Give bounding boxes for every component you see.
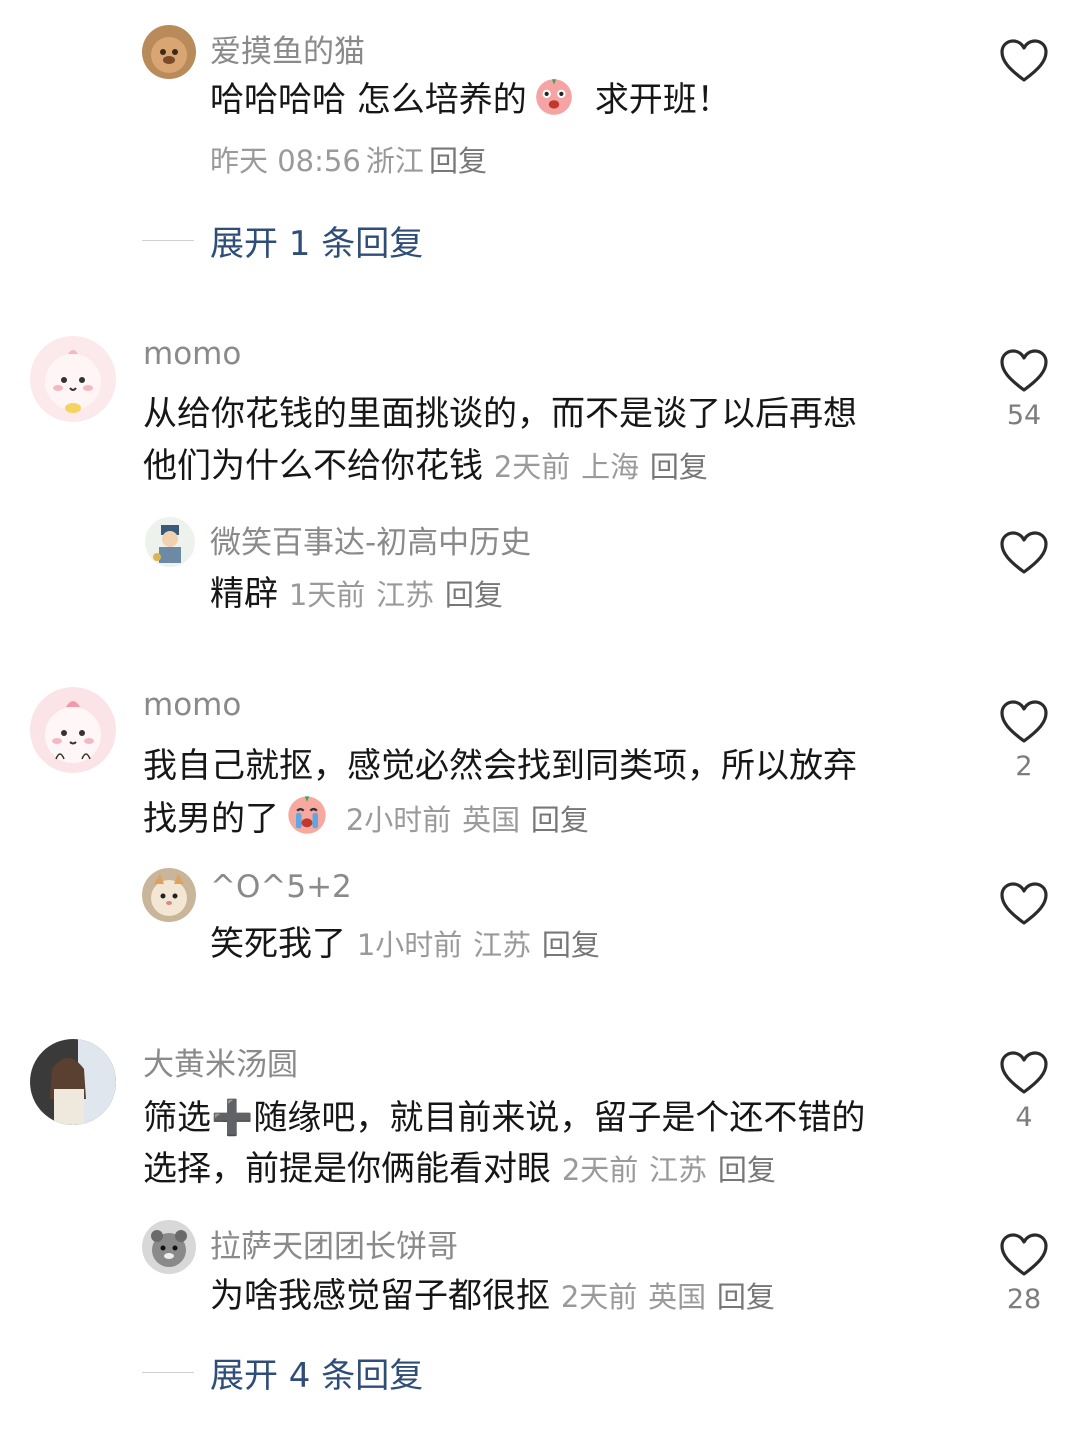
- avatar[interactable]: [142, 25, 196, 79]
- expand-replies-button[interactable]: 展开 4 条回复: [142, 1348, 423, 1397]
- comment-text: 从给你花钱的里面挑谈的，而不是谈了以后再想: [143, 394, 857, 434]
- username[interactable]: 微笑百事达-初高中历史: [210, 517, 531, 562]
- reply-location: 江苏: [376, 578, 435, 612]
- comment-location: 英国: [462, 803, 521, 837]
- pig-face-emoji: [535, 79, 572, 115]
- comment-time: 2小时前: [345, 803, 452, 837]
- username[interactable]: 拉萨天团团长饼哥: [210, 1221, 458, 1266]
- comment-text-line2: 找男的了 2小时前 英国 回复: [143, 792, 589, 846]
- like-button[interactable]: [989, 530, 1059, 582]
- comment-location: 江苏: [649, 1153, 708, 1187]
- username[interactable]: 大黄米汤圆: [143, 1039, 298, 1084]
- divider: [142, 240, 194, 241]
- comment-time: 2天前: [493, 450, 571, 484]
- expand-replies-button[interactable]: 展开 1 条回复: [142, 216, 423, 265]
- heart-icon: [1000, 39, 1048, 82]
- like-button[interactable]: 2: [989, 699, 1059, 782]
- plus-symbol: ➕: [211, 1098, 254, 1138]
- reply-text-line: 笑死我了 1小时前 江苏 回复: [210, 918, 600, 971]
- reply-text: 精辟: [210, 574, 278, 614]
- like-count: 54: [1006, 400, 1042, 431]
- comment-time: 2天前: [561, 1153, 639, 1187]
- comment-location: 上海: [581, 450, 640, 484]
- reply-time: 2天前: [560, 1280, 638, 1314]
- comment-text-line2: 他们为什么不给你花钱 2天前 上海 回复: [143, 440, 708, 493]
- comment-text-part: 筛选: [143, 1098, 211, 1138]
- reply-button[interactable]: 回复: [531, 803, 589, 837]
- comment-text-part: 求开班！: [594, 80, 731, 120]
- heart-icon: [1000, 1233, 1048, 1276]
- avatar[interactable]: [145, 517, 195, 567]
- reply-button[interactable]: 回复: [718, 1153, 776, 1187]
- reply-time: 1小时前: [356, 928, 463, 962]
- comment-meta: 昨天 08:56 浙江 回复: [210, 138, 487, 180]
- username[interactable]: momo: [143, 687, 241, 723]
- expand-replies-label: 展开 1 条回复: [210, 224, 424, 264]
- heart-icon: [1000, 882, 1048, 925]
- comment-text-part: 选择，前提是你俩能看对眼: [143, 1149, 551, 1189]
- comment-text-line2: 选择，前提是你俩能看对眼 2天前 江苏 回复: [143, 1143, 776, 1196]
- username[interactable]: momo: [143, 336, 241, 372]
- like-button[interactable]: 54: [989, 348, 1059, 431]
- comment-time: 昨天 08:56: [210, 144, 361, 178]
- comment-text-part: 他们为什么不给你花钱: [143, 446, 483, 486]
- heart-icon: [1000, 531, 1048, 574]
- heart-icon: [1000, 349, 1048, 392]
- comment-text: 筛选➕随缘吧，就目前来说，留子是个还不错的: [143, 1092, 865, 1144]
- heart-icon: [1000, 700, 1048, 743]
- reply-text: 笑死我了: [210, 924, 346, 964]
- reply-location: 英国: [648, 1280, 707, 1314]
- like-button[interactable]: [989, 38, 1059, 90]
- avatar[interactable]: [142, 868, 196, 922]
- avatar[interactable]: [30, 1039, 116, 1125]
- username[interactable]: 爱摸鱼的猫: [210, 26, 365, 71]
- comment-text: 我自己就抠，感觉必然会找到同类项，所以放弃: [143, 746, 857, 786]
- reply-text-line: 为啥我感觉留子都很抠 2天前 英国 回复: [210, 1270, 775, 1323]
- divider: [142, 1372, 194, 1373]
- like-button[interactable]: [989, 881, 1059, 933]
- reply-button[interactable]: 回复: [717, 1280, 775, 1314]
- like-button[interactable]: 4: [989, 1050, 1059, 1133]
- reply-button[interactable]: 回复: [445, 578, 503, 612]
- avatar[interactable]: [30, 687, 116, 773]
- reply-button[interactable]: 回复: [542, 928, 600, 962]
- comment-text-part: 哈哈哈哈 怎么培养的: [210, 80, 527, 120]
- crying-face-emoji: [288, 796, 326, 834]
- comment-text: 哈哈哈哈 怎么培养的 求开班！: [210, 74, 731, 126]
- reply-text: 为啥我感觉留子都很抠: [210, 1276, 550, 1316]
- like-count: 4: [1015, 1102, 1033, 1133]
- reply-button[interactable]: 回复: [650, 450, 708, 484]
- reply-text-line: 精辟 1天前 江苏 回复: [210, 568, 503, 621]
- heart-icon: [1000, 1051, 1048, 1094]
- like-count: 28: [1006, 1284, 1042, 1315]
- comment-location: 浙江: [365, 144, 424, 178]
- expand-replies-label: 展开 4 条回复: [210, 1356, 424, 1396]
- like-button[interactable]: 28: [989, 1232, 1059, 1315]
- like-count: 2: [1015, 751, 1033, 782]
- reply-location: 江苏: [473, 928, 532, 962]
- avatar[interactable]: [30, 336, 116, 422]
- username[interactable]: ^O^5+2: [210, 869, 352, 905]
- comment-text-part: 随缘吧，就目前来说，留子是个还不错的: [253, 1098, 866, 1138]
- reply-time: 1天前: [288, 578, 366, 612]
- comment-text-part: 找男的了: [143, 799, 279, 839]
- reply-button[interactable]: 回复: [429, 144, 487, 178]
- avatar[interactable]: [142, 1220, 196, 1274]
